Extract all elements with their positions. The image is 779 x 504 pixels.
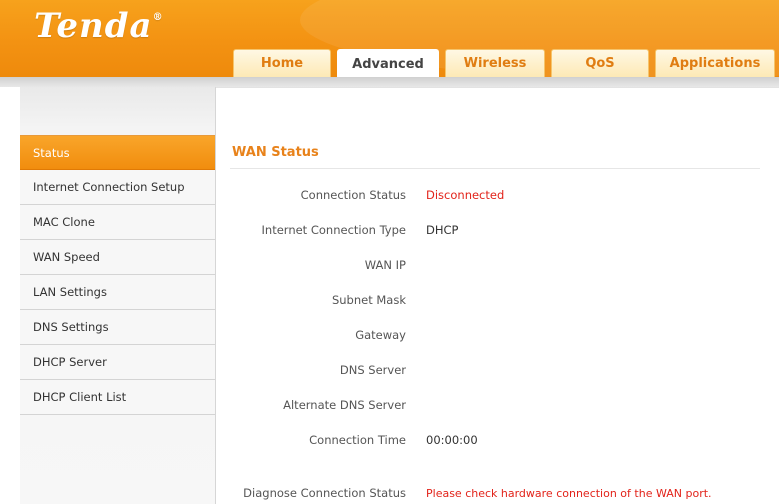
row-internet-connection-type: Internet Connection Type DHCP (216, 220, 779, 240)
sidebar-item-label: DHCP Server (33, 355, 107, 369)
row-connection-status: Connection Status Disconnected (216, 185, 779, 205)
row-label: Internet Connection Type (261, 223, 406, 237)
sidebar-item-label: LAN Settings (33, 285, 107, 299)
tab-advanced[interactable]: Advanced (337, 49, 439, 77)
sidebar-top-spacer (20, 87, 215, 135)
row-wan-ip: WAN IP (216, 255, 779, 275)
registered-mark: ® (152, 12, 164, 23)
row-connection-time: Connection Time 00:00:00 (216, 430, 779, 450)
sidebar-item-mac-clone[interactable]: MAC Clone (20, 205, 215, 240)
row-alternate-dns-server: Alternate DNS Server (216, 395, 779, 415)
tab-applications[interactable]: Applications (655, 49, 775, 77)
tenda-logo: Tenda® (34, 6, 164, 46)
sidebar-item-label: MAC Clone (33, 215, 95, 229)
row-gateway: Gateway (216, 325, 779, 345)
connection-type-value: DHCP (426, 223, 459, 237)
sidebar-item-label: WAN Speed (33, 250, 100, 264)
sidebar-item-status[interactable]: Status (20, 135, 215, 170)
sidebar-item-wan-speed[interactable]: WAN Speed (20, 240, 215, 275)
tab-wireless[interactable]: Wireless (445, 49, 545, 77)
sidebar-item-lan-settings[interactable]: LAN Settings (20, 275, 215, 310)
sidebar-item-dhcp-client-list[interactable]: DHCP Client List (20, 380, 215, 415)
content-top-border (216, 87, 779, 97)
row-label: Connection Time (309, 433, 406, 447)
sidebar-item-dns-settings[interactable]: DNS Settings (20, 310, 215, 345)
tab-qos[interactable]: QoS (551, 49, 649, 77)
sidebar-item-label: Internet Connection Setup (33, 180, 185, 194)
main-content: WAN Status Connection Status Disconnecte… (216, 87, 779, 504)
logo-text: Tenda (34, 6, 153, 46)
sidebar-item-label: DHCP Client List (33, 390, 127, 404)
sidebar: Status Internet Connection Setup MAC Clo… (20, 87, 216, 504)
row-label: Connection Status (300, 188, 406, 202)
header-bar: Tenda® Home Advanced Wireless QoS Applic… (0, 0, 779, 77)
header-divider (0, 77, 779, 87)
sidebar-item-dhcp-server[interactable]: DHCP Server (20, 345, 215, 380)
connection-status-value: Disconnected (426, 188, 505, 202)
section-divider (230, 168, 760, 169)
connection-time-value: 00:00:00 (426, 433, 478, 447)
row-label: DNS Server (339, 363, 406, 377)
row-label: Diagnose Connection Status (243, 486, 406, 500)
diagnose-status-value: Please check hardware connection of the … (426, 486, 712, 500)
sidebar-item-internet-connection-setup[interactable]: Internet Connection Setup (20, 170, 215, 205)
main-tabs: Home Advanced Wireless QoS Applications (233, 49, 779, 77)
row-label: Subnet Mask (331, 293, 406, 307)
row-diagnose-connection-status: Diagnose Connection Status Please check … (216, 483, 779, 503)
section-title: WAN Status (232, 145, 319, 160)
row-label: Gateway (355, 328, 406, 342)
row-label: Alternate DNS Server (283, 398, 406, 412)
sidebar-item-label: Status (33, 145, 70, 160)
sidebar-item-label: DNS Settings (33, 320, 109, 334)
row-label: WAN IP (364, 258, 406, 272)
tab-home[interactable]: Home (233, 49, 331, 77)
row-dns-server: DNS Server (216, 360, 779, 380)
row-subnet-mask: Subnet Mask (216, 290, 779, 310)
